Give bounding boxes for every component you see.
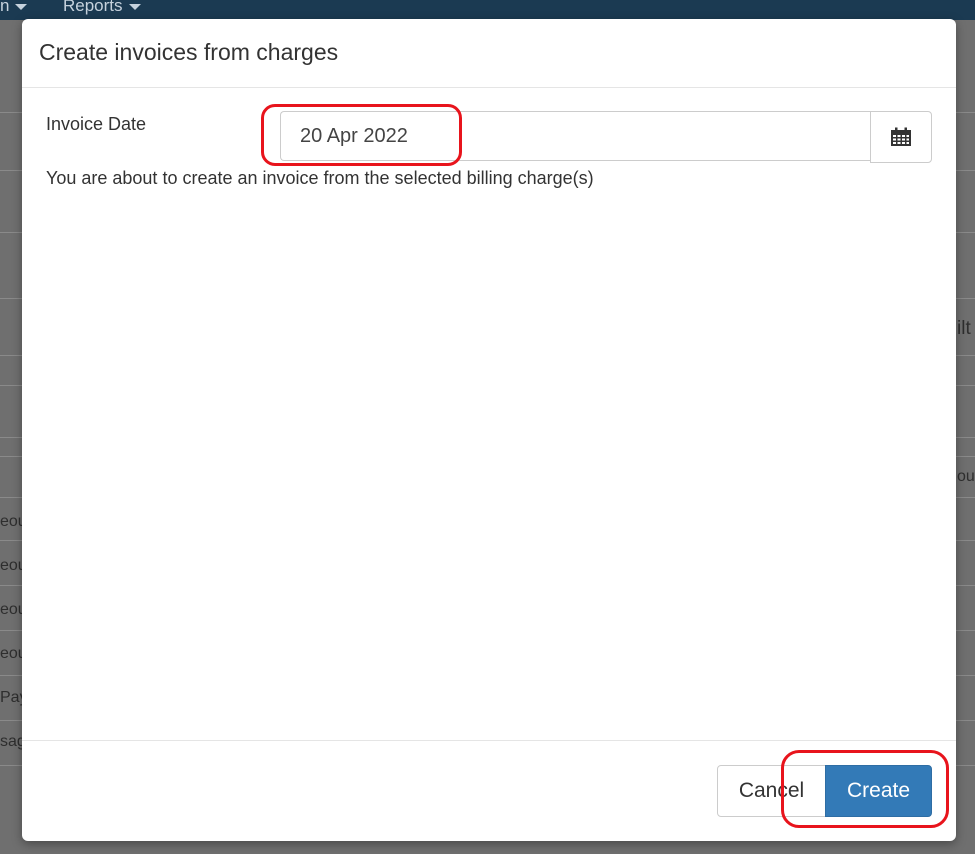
dialog-title: Create invoices from charges (39, 39, 339, 65)
dialog-header: Create invoices from charges (22, 19, 956, 88)
caret-down-icon (128, 3, 141, 10)
create-invoices-dialog: Create invoices from charges Invoice Dat… (22, 19, 956, 841)
nav-menu-item[interactable]: n (0, 0, 28, 16)
top-navbar: n Reports (0, 0, 975, 20)
calendar-button[interactable] (870, 111, 932, 163)
calendar-icon (891, 127, 911, 146)
bg-text-fragment: ou (957, 468, 975, 485)
bg-text-fragment: ilt (957, 318, 971, 339)
caret-down-icon (15, 3, 28, 10)
cancel-button[interactable]: Cancel (717, 765, 826, 817)
info-message: You are about to create an invoice from … (46, 168, 594, 188)
nav-menu-reports[interactable]: Reports (63, 0, 141, 16)
invoice-date-input[interactable] (280, 111, 870, 161)
create-button[interactable]: Create (825, 765, 932, 817)
invoice-date-label: Invoice Date (46, 114, 147, 134)
